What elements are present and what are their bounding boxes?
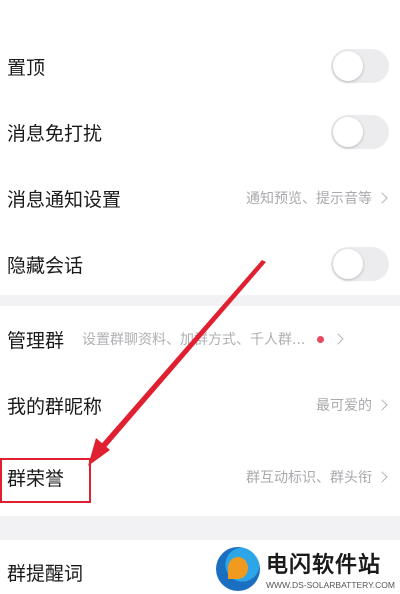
row-mute[interactable]: 消息免打扰 [0,99,400,165]
row-manage-value: 设置群聊资料、加群方式、千人群... [82,332,306,348]
hide-toggle[interactable] [331,247,389,281]
mute-toggle[interactable] [331,115,389,149]
settings-group-conversation: 置顶 消息免打扰 消息通知设置 通知预览、提示音等 隐藏会话 [0,0,400,295]
row-manage-label: 管理群 [7,329,65,352]
toggle-knob [333,51,363,81]
pin-toggle[interactable] [331,49,389,83]
watermark-logo-icon [216,546,260,591]
toggle-knob [333,117,363,147]
row-notify-label: 消息通知设置 [7,188,122,211]
row-reminder-label: 群提醒词 [7,562,84,585]
chevron-right-icon [376,192,388,204]
watermark-name: 电闪软件站 [266,553,382,578]
site-watermark: 电闪软件站 WWW.DS-SOLARBATTERY.COM [214,543,400,594]
annotation-highlight-box [0,458,91,503]
row-pin-label: 置顶 [7,56,46,79]
new-badge-dot [317,335,325,343]
chevron-right-icon [376,471,388,483]
row-nickname-label: 我的群昵称 [7,395,103,418]
watermark-url: WWW.DS-SOLARBATTERY.COM [266,580,395,590]
row-notify-value: 通知预览、提示音等 [246,191,372,207]
chevron-right-icon [376,399,388,411]
row-my-nickname[interactable]: 我的群昵称 最可爱的 [0,372,400,438]
row-notify-settings[interactable]: 消息通知设置 通知预览、提示音等 [0,165,400,231]
chevron-right-icon [332,333,345,345]
row-nickname-value: 最可爱的 [316,398,372,414]
toggle-knob [333,249,363,279]
row-hide-label: 隐藏会话 [7,254,84,277]
row-pin[interactable]: 置顶 [0,33,400,99]
row-honor-value: 群互动标识、群头衔 [246,470,372,486]
row-mute-label: 消息免打扰 [7,122,103,145]
row-manage-group[interactable]: 管理群 设置群聊资料、加群方式、千人群... [0,306,400,372]
row-hide-chat[interactable]: 隐藏会话 [0,231,400,297]
